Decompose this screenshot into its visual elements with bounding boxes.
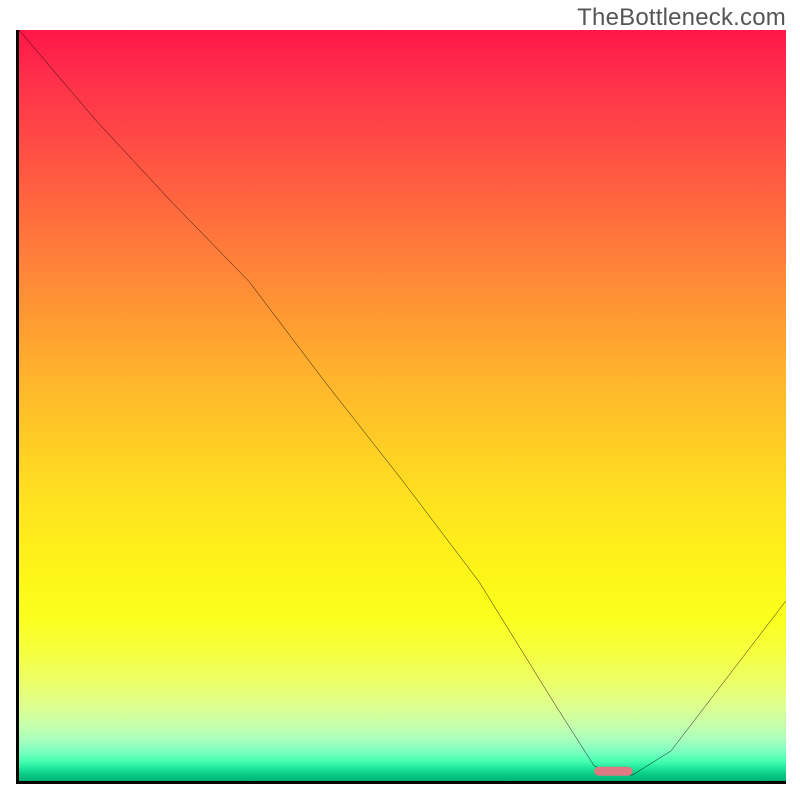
optimal-marker — [594, 767, 632, 776]
plot-area — [16, 30, 786, 784]
bottleneck-curve — [19, 30, 786, 775]
watermark-text: TheBottleneck.com — [577, 4, 786, 32]
chart-svg — [19, 30, 786, 781]
